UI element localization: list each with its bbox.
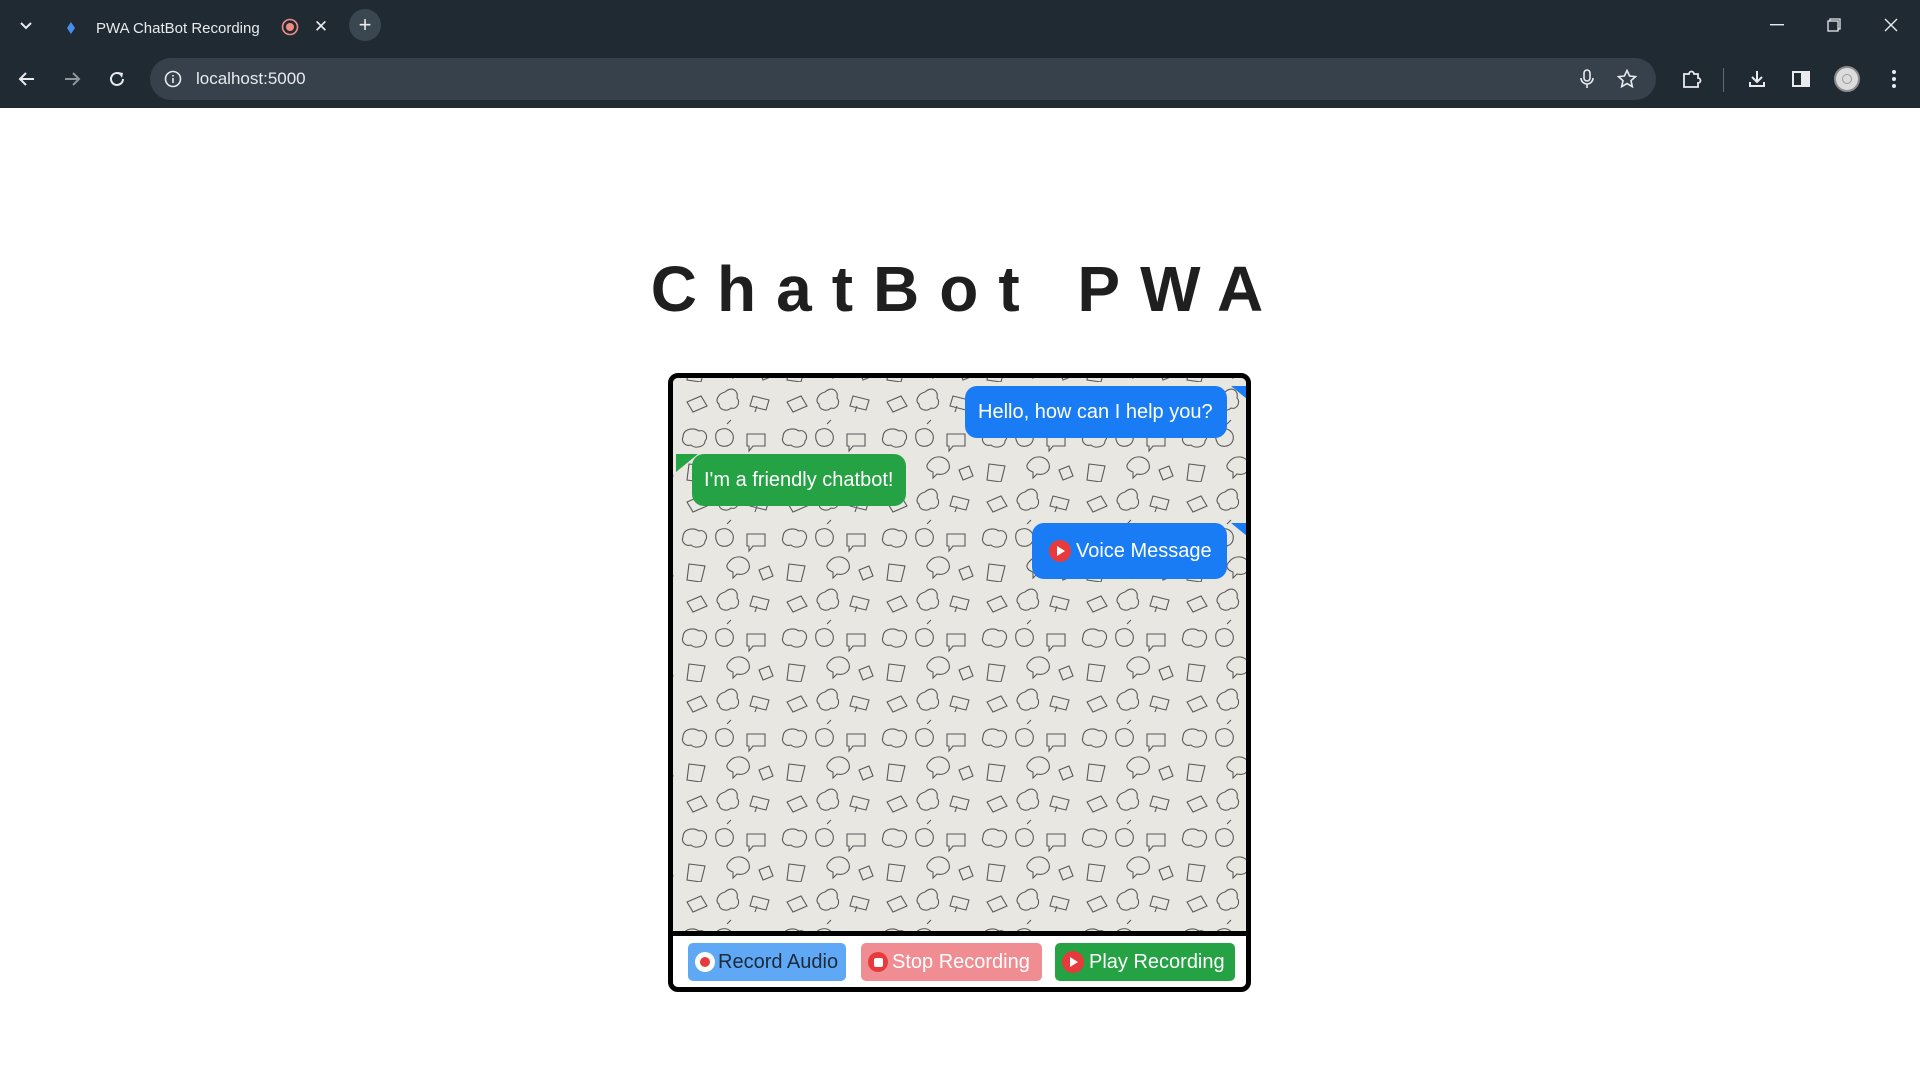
record-icon xyxy=(695,952,715,972)
info-icon[interactable] xyxy=(160,66,186,92)
close-icon[interactable]: ✕ xyxy=(310,16,332,38)
chat-window: Hello, how can I help you? I'm a friendl… xyxy=(668,373,1251,992)
restore-icon[interactable] xyxy=(1806,0,1862,50)
browser-toolbar: localhost:5000 xyxy=(0,50,1920,108)
more-vert-icon[interactable] xyxy=(1876,61,1912,97)
window-close-icon[interactable] xyxy=(1863,0,1919,50)
chat-messages-area[interactable]: Hello, how can I help you? I'm a friendl… xyxy=(673,378,1246,931)
record-audio-label: Record Audio xyxy=(718,950,839,973)
download-icon[interactable] xyxy=(1739,61,1775,97)
tab-search-icon[interactable] xyxy=(12,12,40,40)
side-panel-icon[interactable] xyxy=(1783,61,1819,97)
url-text[interactable]: localhost:5000 xyxy=(196,69,306,89)
play-recording-label: Play Recording xyxy=(1089,950,1225,973)
recording-controls: Record Audio Stop Recording Play Recordi… xyxy=(673,936,1246,987)
extensions-icon[interactable] xyxy=(1674,61,1710,97)
play-recording-button[interactable]: Play Recording xyxy=(1055,943,1235,981)
forward-arrow-icon[interactable] xyxy=(54,61,90,97)
address-bar[interactable]: localhost:5000 xyxy=(150,58,1656,100)
microphone-icon[interactable] xyxy=(1574,66,1600,92)
message-text: I'm a friendly chatbot! xyxy=(704,468,894,491)
tab-active[interactable]: PWA ChatBot Recording ✕ xyxy=(52,6,342,50)
stop-icon xyxy=(868,952,888,972)
stop-recording-button[interactable]: Stop Recording xyxy=(861,943,1042,981)
page-title: ChatBot PWA xyxy=(650,253,1284,325)
play-icon xyxy=(1062,951,1084,973)
stop-recording-label: Stop Recording xyxy=(892,950,1030,973)
plus-icon[interactable]: + xyxy=(349,9,381,41)
tab-title: PWA ChatBot Recording xyxy=(96,19,260,37)
recording-indicator-icon xyxy=(281,18,299,36)
voice-message-bubble[interactable]: Voice Message xyxy=(1032,523,1227,579)
browser-chrome: PWA ChatBot Recording ✕ + localhost:5000 xyxy=(0,0,1920,108)
message-bubble-bot: I'm a friendly chatbot! xyxy=(692,454,906,506)
message-text: Hello, how can I help you? xyxy=(978,400,1213,423)
minimize-icon[interactable] xyxy=(1749,0,1805,50)
play-icon[interactable] xyxy=(1049,540,1071,562)
message-tail xyxy=(1231,523,1246,541)
message-tail xyxy=(1231,386,1246,404)
record-audio-button[interactable]: Record Audio xyxy=(688,943,846,981)
reload-icon[interactable] xyxy=(99,61,135,97)
profile-avatar[interactable] xyxy=(1834,66,1860,92)
toolbar-separator xyxy=(1723,68,1724,92)
back-arrow-icon[interactable] xyxy=(9,61,45,97)
favicon-icon xyxy=(62,19,80,37)
tab-strip: PWA ChatBot Recording ✕ + xyxy=(0,0,1920,50)
message-bubble-user: Hello, how can I help you? xyxy=(965,386,1227,438)
voice-message-label: Voice Message xyxy=(1076,539,1212,562)
star-icon[interactable] xyxy=(1614,66,1640,92)
